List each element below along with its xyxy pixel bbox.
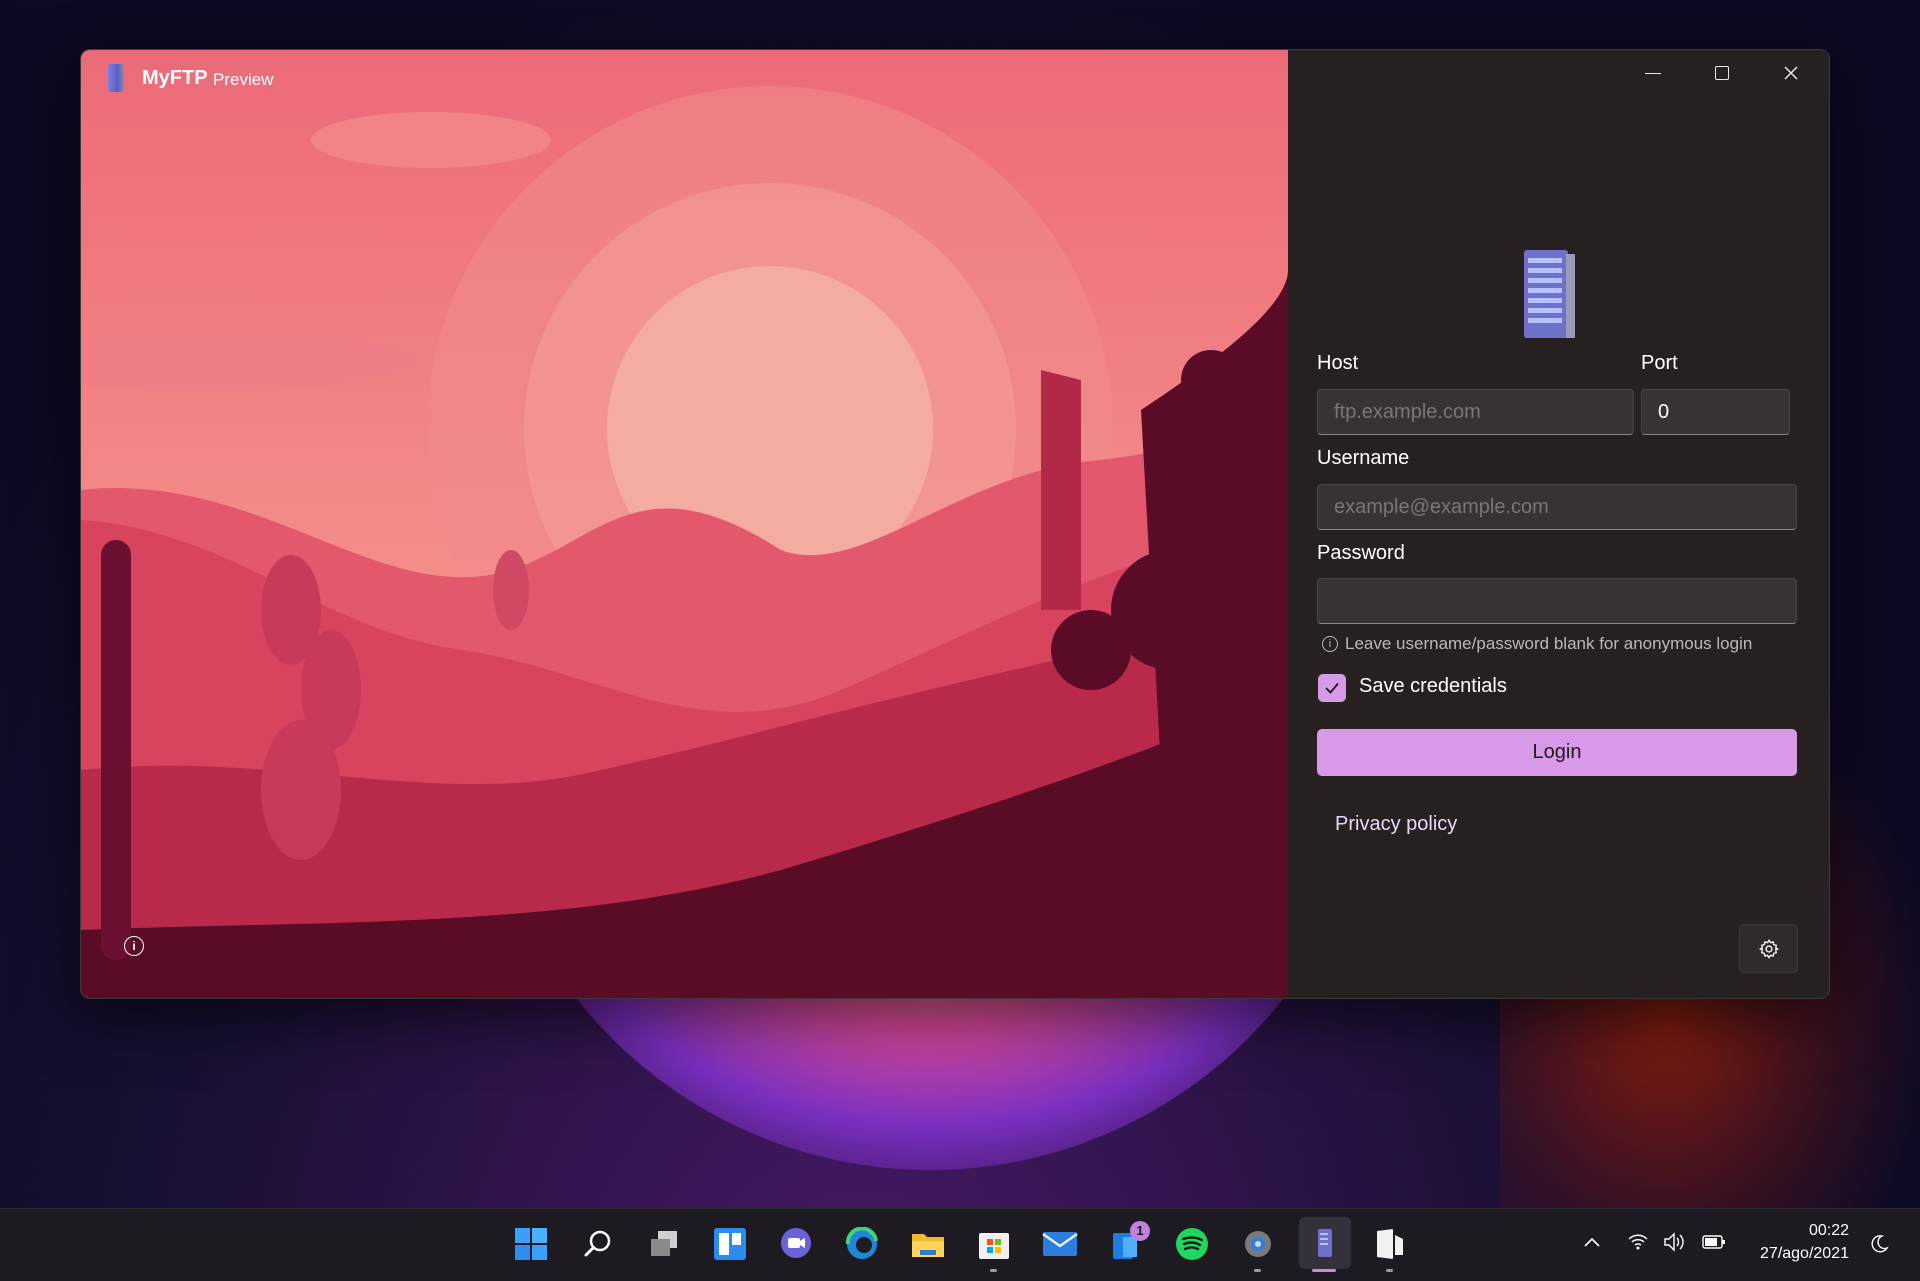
- wifi-icon[interactable]: [1627, 1232, 1649, 1250]
- mail-icon: [1042, 1232, 1078, 1256]
- active-indicator: [1312, 1269, 1336, 1272]
- desert-illustration: [81, 50, 1288, 998]
- maximize-icon: [1715, 66, 1729, 80]
- settings-app-button[interactable]: [1237, 1223, 1279, 1265]
- spotify-button[interactable]: [1171, 1223, 1213, 1265]
- minimize-icon: [1645, 72, 1661, 74]
- info-button[interactable]: i: [124, 936, 144, 956]
- port-label: Port: [1641, 352, 1678, 374]
- teams-chat-button[interactable]: [775, 1223, 817, 1265]
- chat-icon: [781, 1228, 811, 1258]
- hint-text: Leave username/password blank for anonym…: [1345, 634, 1753, 653]
- checkmark-icon: [1325, 682, 1339, 694]
- app-title: MyFTP: [142, 67, 208, 89]
- start-button[interactable]: [510, 1223, 552, 1265]
- chevron-up-icon[interactable]: [1583, 1236, 1601, 1248]
- unknown-app-button[interactable]: [1369, 1223, 1411, 1265]
- clock-time[interactable]: 00:22: [1745, 1222, 1849, 1240]
- store-icon: [979, 1233, 1009, 1259]
- login-button[interactable]: Login: [1317, 729, 1797, 776]
- mail-button[interactable]: [1039, 1223, 1081, 1265]
- app-subtitle: Preview: [213, 70, 274, 89]
- myftp-taskbar-button[interactable]: [1299, 1217, 1351, 1269]
- focus-assist-moon-icon[interactable]: [1869, 1234, 1889, 1254]
- widgets-icon: [714, 1228, 746, 1260]
- file-explorer-button[interactable]: [907, 1223, 949, 1265]
- maximize-button[interactable]: [1688, 49, 1756, 97]
- save-credentials-checkbox[interactable]: [1318, 674, 1346, 702]
- info-icon: i: [1322, 636, 1338, 652]
- running-indicator: [1254, 1269, 1261, 1272]
- privacy-policy-link[interactable]: Privacy policy: [1335, 813, 1457, 836]
- search-button[interactable]: [577, 1223, 619, 1265]
- server-icon: [1524, 250, 1575, 338]
- spotify-icon: [1176, 1228, 1208, 1260]
- gear-icon: [1758, 938, 1779, 959]
- app-icon: [108, 64, 124, 92]
- edge-button[interactable]: [841, 1223, 883, 1265]
- battery-charging-icon[interactable]: [1701, 1232, 1727, 1252]
- username-label: Username: [1317, 447, 1410, 469]
- host-input[interactable]: [1317, 389, 1634, 435]
- windows-logo-icon: [515, 1228, 547, 1260]
- host-label: Host: [1317, 352, 1359, 374]
- password-input[interactable]: [1317, 578, 1797, 624]
- close-button[interactable]: [1757, 49, 1825, 97]
- running-indicator: [990, 1269, 997, 1272]
- app-window-icon: [1377, 1229, 1403, 1259]
- username-input[interactable]: [1317, 484, 1797, 530]
- password-label: Password: [1317, 542, 1405, 564]
- volume-icon[interactable]: [1663, 1232, 1687, 1252]
- notification-badge: 1: [1130, 1221, 1150, 1241]
- microsoft-store-button[interactable]: [973, 1223, 1015, 1265]
- task-view-button[interactable]: [643, 1223, 685, 1265]
- minimize-button[interactable]: [1619, 49, 1687, 97]
- settings-button[interactable]: [1739, 924, 1798, 973]
- edge-icon: [845, 1227, 878, 1259]
- folder-icon: [912, 1234, 944, 1257]
- widgets-button[interactable]: [709, 1223, 751, 1265]
- running-indicator: [1386, 1269, 1393, 1272]
- task-view-icon: [651, 1231, 677, 1256]
- save-credentials-label[interactable]: Save credentials: [1359, 675, 1507, 698]
- anonymous-login-hint: i Leave username/password blank for anon…: [1322, 634, 1752, 654]
- search-icon: [584, 1230, 611, 1257]
- settings-gear-icon: [1245, 1231, 1271, 1257]
- clock-date[interactable]: 27/ago/2021: [1735, 1245, 1849, 1263]
- close-icon: [1784, 66, 1798, 80]
- title-bar: MyFTP Preview: [80, 49, 1828, 97]
- server-icon: [1318, 1229, 1332, 1257]
- port-input[interactable]: [1641, 389, 1790, 435]
